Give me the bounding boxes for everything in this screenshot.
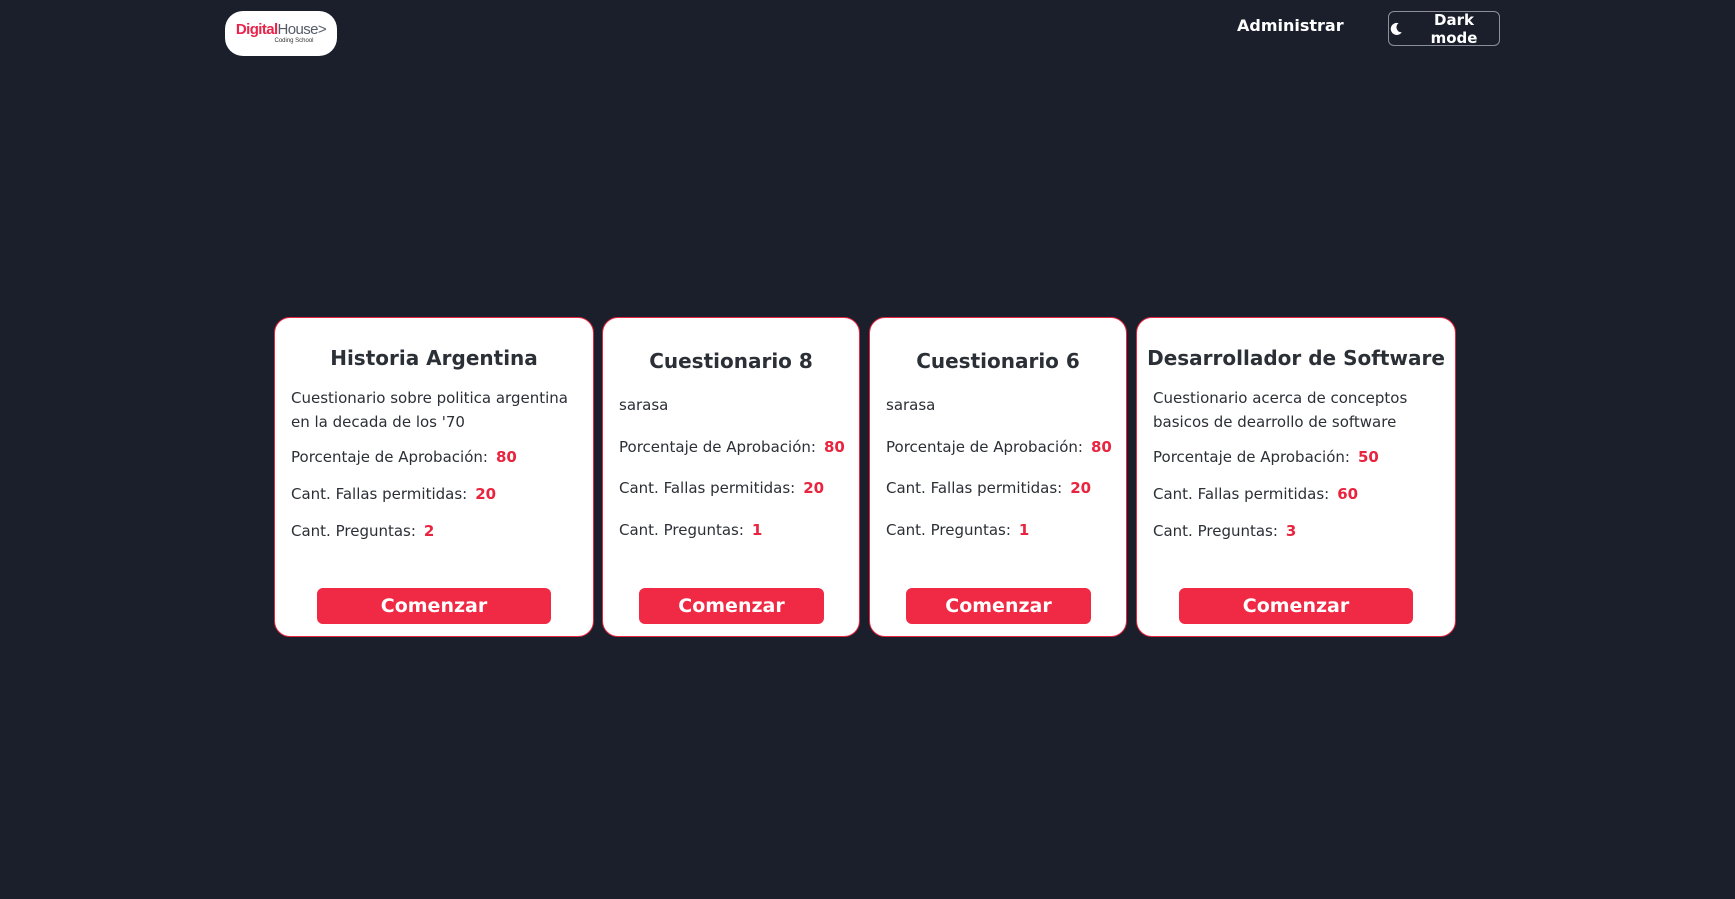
failures-value: 20 (803, 479, 825, 497)
dark-mode-button[interactable]: Dark mode (1388, 10, 1500, 47)
approval-label: Porcentaje de Aprobación: (291, 448, 488, 466)
start-button[interactable]: Comenzar (1179, 588, 1413, 624)
questions-stat: Cant. Preguntas: 1 (619, 521, 762, 539)
failures-value: 20 (475, 485, 497, 503)
admin-link[interactable]: Administrar (1237, 16, 1344, 35)
questions-value: 1 (1018, 521, 1030, 539)
approval-value: 50 (1357, 448, 1379, 466)
start-button[interactable]: Comenzar (317, 588, 551, 624)
digital-house-logo[interactable]: DigitalHouse> Coding School (225, 11, 337, 56)
page: DigitalHouse> Coding School Administrar … (0, 0, 1735, 899)
failures-stat: Cant. Fallas permitidas: 20 (886, 479, 1091, 497)
start-button[interactable]: Comenzar (906, 588, 1091, 624)
quiz-title: Historia Argentina (330, 346, 538, 370)
approval-value: 80 (495, 448, 517, 466)
dark-mode-label: Dark mode (1430, 10, 1478, 47)
approval-label: Porcentaje de Aprobación: (1153, 448, 1350, 466)
questions-label: Cant. Preguntas: (1153, 522, 1278, 540)
approval-value: 80 (823, 438, 845, 456)
failures-value: 60 (1337, 485, 1359, 503)
quiz-card: Historia Argentina Cuestionario sobre po… (274, 317, 594, 637)
logo-brand-grey: House (277, 20, 319, 38)
failures-label: Cant. Fallas permitidas: (619, 479, 796, 497)
approval-stat: Porcentaje de Aprobación: 50 (1153, 448, 1379, 466)
approval-stat: Porcentaje de Aprobación: 80 (619, 438, 845, 456)
quiz-card: Cuestionario 6 sarasa Porcentaje de Apro… (869, 317, 1127, 637)
quiz-card: Cuestionario 8 sarasa Porcentaje de Apro… (602, 317, 860, 637)
questions-label: Cant. Preguntas: (886, 521, 1011, 539)
moon-icon (1389, 22, 1403, 36)
quiz-title: Cuestionario 6 (916, 349, 1080, 373)
failures-label: Cant. Fallas permitidas: (1153, 485, 1330, 503)
quiz-title: Desarrollador de Software (1147, 346, 1445, 370)
logo-tagline: Coding School (274, 37, 314, 44)
failures-stat: Cant. Fallas permitidas: 20 (291, 485, 496, 503)
failures-label: Cant. Fallas permitidas: (886, 479, 1063, 497)
approval-value: 80 (1090, 438, 1112, 456)
logo-arrow: > (317, 20, 327, 38)
start-button[interactable]: Comenzar (639, 588, 824, 624)
questions-label: Cant. Preguntas: (291, 522, 416, 540)
failures-label: Cant. Fallas permitidas: (291, 485, 468, 503)
quiz-card: Desarrollador de Software Cuestionario a… (1136, 317, 1456, 637)
questions-value: 3 (1285, 522, 1297, 540)
approval-label: Porcentaje de Aprobación: (619, 438, 816, 456)
failures-value: 20 (1070, 479, 1092, 497)
approval-stat: Porcentaje de Aprobación: 80 (886, 438, 1112, 456)
logo-brand-red: Digital (235, 20, 278, 38)
failures-stat: Cant. Fallas permitidas: 60 (1153, 485, 1358, 503)
questions-value: 2 (423, 522, 435, 540)
quiz-description: sarasa (886, 396, 936, 414)
questions-stat: Cant. Preguntas: 1 (886, 521, 1029, 539)
questions-label: Cant. Preguntas: (619, 521, 744, 539)
quiz-description: Cuestionario sobre politica argentina en… (291, 389, 568, 431)
quiz-title: Cuestionario 8 (649, 349, 813, 373)
quiz-description: Cuestionario acerca de conceptos basicos… (1153, 389, 1408, 431)
failures-stat: Cant. Fallas permitidas: 20 (619, 479, 824, 497)
questions-stat: Cant. Preguntas: 2 (291, 522, 434, 540)
questions-stat: Cant. Preguntas: 3 (1153, 522, 1296, 540)
approval-label: Porcentaje de Aprobación: (886, 438, 1083, 456)
approval-stat: Porcentaje de Aprobación: 80 (291, 448, 517, 466)
questions-value: 1 (751, 521, 763, 539)
quiz-description: sarasa (619, 396, 669, 414)
